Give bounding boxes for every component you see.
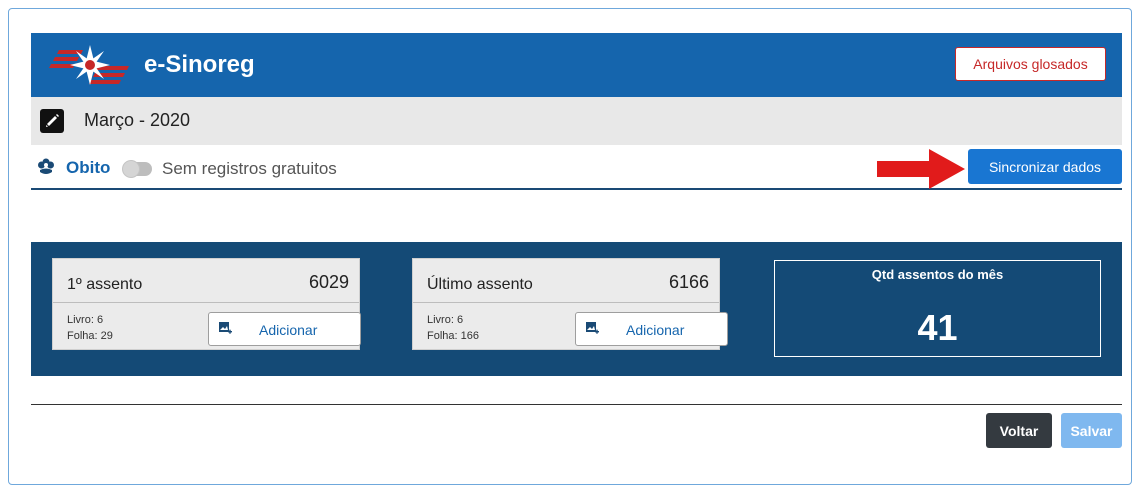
month-count-title: Qtd assentos do mês [871,267,1004,282]
sync-data-button[interactable]: Sincronizar dados [968,149,1122,184]
last-entry-livro: Livro: 6 [427,314,464,326]
free-records-toggle[interactable] [122,160,152,178]
red-arrow-icon [877,149,965,189]
add-photo-icon [219,322,232,334]
first-entry-folha: Folha: 29 [67,330,113,342]
e-sinoreg-logo [49,45,129,85]
last-entry-meta: Livro: 6 Folha: 166 [427,312,479,344]
first-entry-title: 1º assento [67,276,143,293]
app-title: e-Sinoreg [144,51,255,78]
flower-icon [38,158,54,174]
record-type-row: Obito Sem registros gratuitos Sincroniza… [31,145,1122,190]
last-entry-header: Último assento 6166 [413,259,719,303]
free-records-toggle-label: Sem registros gratuitos [162,159,337,178]
month-count-box: Qtd assentos do mês 41 [774,260,1101,357]
app-header: e-Sinoreg Arquivos glosados [31,33,1122,97]
main-card: e-Sinoreg Arquivos glosados Março - 2020… [31,33,1122,478]
last-entry-add-button[interactable]: Adicionar [575,312,728,346]
edit-icon[interactable] [40,109,64,133]
footer-divider [31,404,1122,405]
first-entry-add-button[interactable]: Adicionar [208,312,361,346]
last-entry-box: Último assento 6166 Livro: 6 Folha: 166 … [412,258,728,350]
back-button[interactable]: Voltar [986,413,1052,448]
record-type-label: Obito [66,158,111,177]
save-button[interactable]: Salvar [1061,413,1122,448]
stats-panel: 1º assento 6029 Livro: 6 Folha: 29 Adici… [31,242,1122,376]
first-entry-add-label: Adicionar [259,322,318,338]
arquivos-glosados-button[interactable]: Arquivos glosados [955,47,1106,81]
first-entry-meta: Livro: 6 Folha: 29 [67,312,113,344]
add-photo-icon [586,322,599,334]
first-entry-value: 6029 [308,272,349,292]
month-count-value: 41 [917,307,958,348]
first-entry-box: 1º assento 6029 Livro: 6 Folha: 29 Adici… [52,258,361,350]
period-label: Março - 2020 [84,110,191,130]
last-entry-folha: Folha: 166 [427,330,479,342]
first-entry-header: 1º assento 6029 [53,259,359,303]
period-bar: Março - 2020 [31,97,1122,145]
first-entry-livro: Livro: 6 [67,314,104,326]
toggle-knob [122,160,140,178]
last-entry-title: Último assento [427,276,533,293]
last-entry-add-label: Adicionar [626,322,685,338]
last-entry-value: 6166 [668,272,709,292]
